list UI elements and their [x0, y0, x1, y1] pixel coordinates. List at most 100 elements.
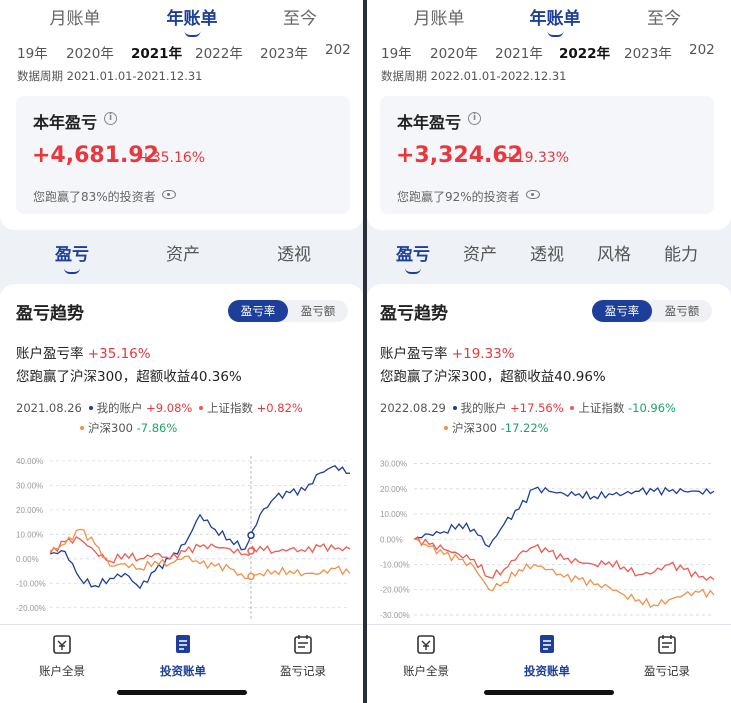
legend-my-account-value: +9.08% [146, 401, 193, 415]
metric-toggle: 盈亏率 盈亏额 [228, 300, 348, 322]
eye-icon[interactable] [526, 190, 540, 199]
period-tabs: 月账单 年账单 至今 [0, 4, 363, 37]
account-rate-value: +19.33% [451, 346, 515, 362]
year-selector: 19年 2020年 2021年 2022年 2023年 202 [367, 42, 731, 62]
pnl-trend-chart[interactable]: 30.00% 20.00% 10.00% 0.00% -10.00% -20.00% -30… [378, 450, 720, 624]
y-tick-label: 0.00% [16, 555, 39, 564]
screen-2021: 月账单 年账单 至今 19年 2020年 2021年 2022年 2023年 2… [0, 0, 363, 703]
active-tab-indicator [184, 31, 200, 37]
legend-my-account-label: 我的账户 [460, 401, 507, 415]
legend-hs300-label: 沪深300 [88, 421, 133, 435]
year-2020[interactable]: 2020年 [66, 42, 114, 62]
analysis-tabs: 盈亏 资产 透视 [0, 240, 363, 276]
home-indicator[interactable] [116, 690, 247, 695]
hs300-dot [444, 425, 448, 430]
bill-icon [540, 635, 554, 653]
home-indicator[interactable] [484, 690, 614, 695]
tab-to-date[interactable]: 至今 [283, 4, 317, 29]
nav-investment-bill[interactable]: 投资账单 [133, 631, 233, 678]
active-tab-indicator [547, 31, 563, 37]
y-tick-label: 20.00% [16, 506, 43, 515]
legend-hs300-value: -17.22% [500, 421, 549, 435]
y-tick-label: -30.00% [380, 611, 410, 620]
yearly-pnl-card: 本年盈亏 i +4,681.92 +35.16% 您跑赢了83%的投资者 [16, 96, 350, 214]
pnl-percent: +35.16% [140, 150, 206, 166]
toggle-amount-button[interactable]: 盈亏额 [288, 300, 348, 322]
year-2021[interactable]: 2021年 [131, 42, 182, 62]
bill-icon [176, 635, 190, 653]
bottom-nav: 账户全景 投资账单 盈亏记录 [367, 624, 731, 703]
tab-monthly-bill[interactable]: 月账单 [414, 4, 465, 29]
legend-my-account-value: +17.56% [510, 401, 564, 415]
hs300-dot [80, 425, 84, 430]
y-tick-label: 20.00% [380, 485, 407, 494]
legend-hs300-label: 沪深300 [452, 421, 497, 435]
period-range: 数据周期 2021.01.01-2021.12.31 [17, 69, 203, 83]
info-icon[interactable]: i [468, 112, 481, 125]
summary-section: 月账单 年账单 至今 19年 2020年 2021年 2022年 2023年 2… [367, 0, 731, 230]
y-tick-label: -20.00% [380, 586, 410, 595]
eye-icon[interactable] [162, 190, 176, 199]
account-rate: 账户盈亏率 +35.16% [16, 342, 151, 362]
tab-ability[interactable]: 能力 [664, 240, 698, 265]
series-line-2 [49, 528, 351, 580]
series-line-0 [49, 465, 351, 590]
y-tick-label: 0.00% [380, 535, 403, 544]
chart-legend: 2022.08.29 我的账户 +17.56% 上证指数 -10.96% [380, 400, 676, 416]
tab-assets[interactable]: 资产 [463, 240, 497, 265]
nav-account-overview[interactable]: 账户全景 [376, 631, 476, 678]
year-2019[interactable]: 19年 [17, 42, 48, 62]
y-tick-label: -10.00% [16, 579, 46, 588]
tab-insight[interactable]: 透视 [277, 240, 311, 265]
year-2023[interactable]: 2023年 [624, 42, 672, 62]
pnl-trend-chart[interactable]: 40.00% 30.00% 20.00% 10.00% 0.00% -10.00% -20.… [14, 450, 356, 624]
nav-account-overview[interactable]: 账户全景 [12, 631, 112, 678]
year-2022[interactable]: 2022年 [559, 42, 610, 62]
tab-to-date[interactable]: 至今 [647, 4, 681, 29]
nav-pnl-record[interactable]: 盈亏记录 [617, 631, 717, 678]
toggle-amount-button[interactable]: 盈亏额 [652, 300, 712, 322]
trend-title: 盈亏趋势 [16, 304, 84, 324]
info-icon[interactable]: i [104, 112, 117, 125]
year-2020[interactable]: 2020年 [430, 42, 478, 62]
year-2023[interactable]: 2023年 [260, 42, 308, 62]
account-rate-value: +35.16% [87, 346, 151, 362]
legend-date: 2022.08.29 [380, 401, 446, 415]
chart-legend-row2: 沪深300 -7.86% [77, 420, 177, 436]
tab-yearly-bill[interactable]: 年账单 [167, 4, 218, 37]
year-selector: 19年 2020年 2021年 2022年 2023年 202 [0, 42, 363, 62]
chart-legend: 2021.08.26 我的账户 +9.08% 上证指数 +0.82% [16, 400, 303, 416]
nav-investment-bill[interactable]: 投资账单 [497, 631, 597, 678]
metric-toggle: 盈亏率 盈亏额 [592, 300, 712, 322]
year-2024[interactable]: 202 [325, 42, 351, 58]
crosshair-point-2 [247, 572, 255, 581]
tab-yearly-bill[interactable]: 年账单 [530, 4, 581, 37]
trend-panel: 盈亏趋势 盈亏率 盈亏额 账户盈亏率 +19.33% 您跑赢了沪深300，超额收… [367, 284, 731, 624]
yearly-pnl-card: 本年盈亏 i +3,324.62 +19.33% 您跑赢了92%的投资者 [380, 96, 714, 214]
tab-assets[interactable]: 资产 [166, 240, 200, 265]
wallet-icon [53, 635, 71, 654]
tab-monthly-bill[interactable]: 月账单 [50, 4, 101, 29]
legend-sh-value: -10.96% [627, 401, 676, 415]
year-2019[interactable]: 19年 [381, 42, 412, 62]
nav-pnl-record[interactable]: 盈亏记录 [253, 631, 353, 678]
summary-section: 月账单 年账单 至今 19年 2020年 2021年 2022年 2023年 2… [0, 0, 363, 230]
account-rate: 账户盈亏率 +19.33% [380, 342, 515, 362]
trend-title: 盈亏趋势 [380, 304, 448, 324]
beat-investors-text: 您跑赢了83%的投资者 [33, 190, 156, 204]
my-account-dot [452, 405, 457, 410]
year-2024[interactable]: 202 [689, 42, 715, 58]
tab-pnl[interactable]: 盈亏 [55, 240, 89, 274]
sh-index-dot [570, 405, 575, 410]
toggle-rate-button[interactable]: 盈亏率 [228, 300, 288, 322]
tab-pnl[interactable]: 盈亏 [396, 240, 430, 274]
beat-investors-text: 您跑赢了92%的投资者 [397, 190, 520, 204]
tab-style[interactable]: 风格 [597, 240, 631, 265]
year-2021[interactable]: 2021年 [495, 42, 543, 62]
toggle-rate-button[interactable]: 盈亏率 [592, 300, 652, 322]
year-2022[interactable]: 2022年 [195, 42, 243, 62]
legend-sh-label: 上证指数 [207, 401, 253, 415]
tab-insight[interactable]: 透视 [530, 240, 564, 265]
y-tick-label: -20.00% [16, 604, 46, 613]
my-account-dot [88, 405, 93, 410]
